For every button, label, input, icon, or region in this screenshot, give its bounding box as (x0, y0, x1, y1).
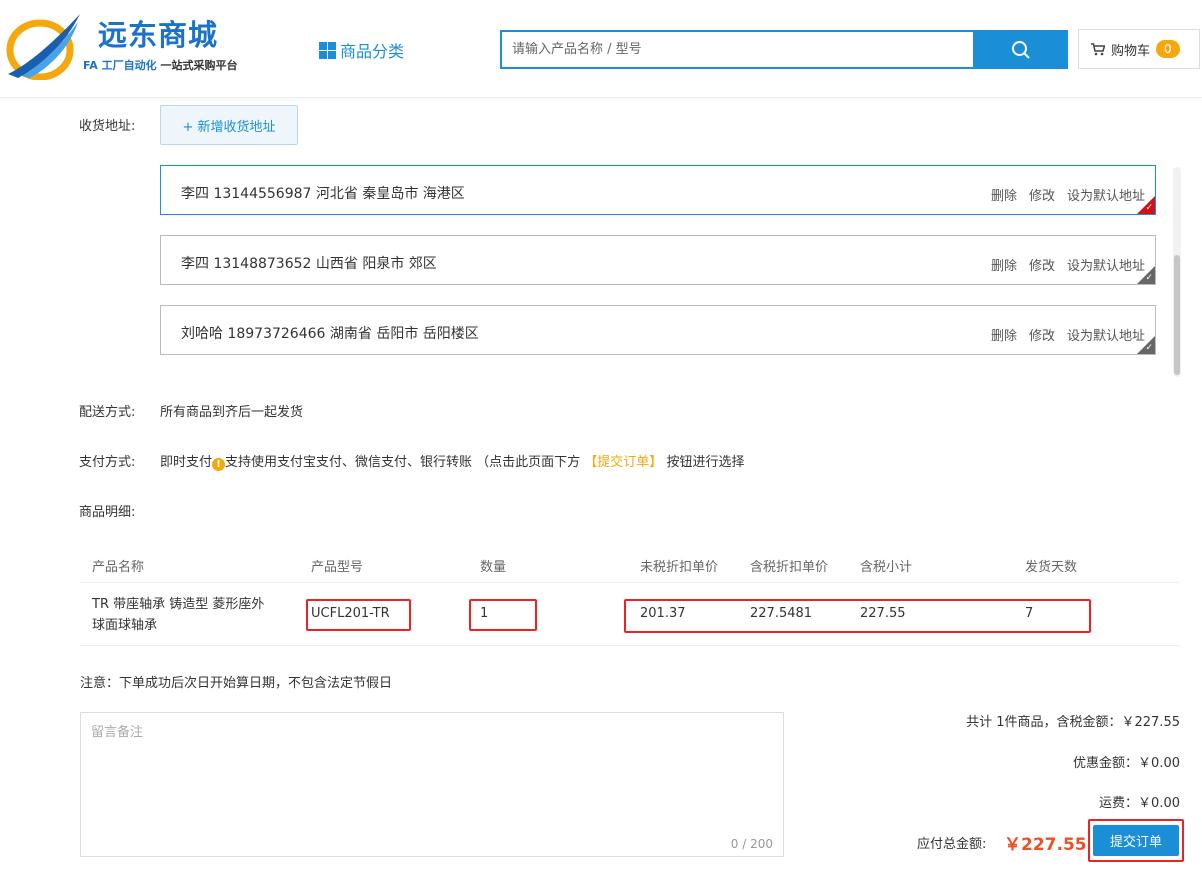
delete-address-link[interactable]: 删除 (991, 329, 1017, 344)
cart-icon (1091, 42, 1105, 55)
delete-address-link[interactable]: 删除 (991, 189, 1017, 204)
info-icon: ! (212, 458, 226, 471)
address-actions: 删除 修改 设为默认地址 (979, 325, 1145, 344)
set-default-address-link[interactable]: 设为默认地址 (1067, 329, 1145, 344)
payment-label: 支付方式: (79, 455, 136, 470)
search-icon (1011, 40, 1030, 59)
cart-count-badge: 0 (1156, 40, 1180, 58)
address-text: 刘哈哈 18973726466 湖南省 岳阳市 岳阳楼区 (181, 326, 479, 342)
payment-submit-hint: 【提交订单】 (584, 455, 663, 470)
check-icon: ✓ (1145, 343, 1153, 353)
product-name: TR 带座轴承 铸造型 菱形座外 球面球轴承 (92, 594, 264, 636)
address-actions: 删除 修改 设为默认地址 (979, 185, 1145, 204)
category-label: 商品分类 (340, 42, 405, 61)
column-header: 产品名称 (92, 560, 145, 575)
search-input[interactable] (502, 32, 974, 67)
total-amount: ￥227.55 (1004, 835, 1087, 855)
quantity-highlight-box (469, 599, 537, 631)
grid-icon (319, 41, 336, 59)
column-header: 含税折扣单价 (750, 560, 829, 575)
column-header: 产品型号 (311, 560, 364, 575)
summary-discount: 优惠金额：￥0.00 (1073, 756, 1180, 771)
remark-box: 0 / 200 (80, 712, 784, 857)
payment-detail-suffix: 按钮进行选择 (666, 455, 745, 470)
address-item[interactable]: 刘哈哈 18973726466 湖南省 岳阳市 岳阳楼区 删除 修改 设为默认地址 … (160, 305, 1156, 355)
column-header: 发货天数 (1025, 560, 1078, 575)
delete-address-link[interactable]: 删除 (991, 259, 1017, 274)
product-name-line: 球面球轴承 (92, 618, 158, 633)
category-menu[interactable]: 商品分类 (319, 38, 404, 62)
price-highlight-box (624, 599, 1091, 633)
check-icon: ✓ (1145, 273, 1153, 283)
address-text: 李四 13144556987 河北省 秦皇岛市 海港区 (181, 186, 465, 202)
edit-address-link[interactable]: 修改 (1029, 189, 1055, 204)
remark-textarea[interactable] (81, 713, 783, 856)
summary-freight: 运费：￥0.00 (1099, 796, 1180, 811)
model-highlight-box (306, 599, 411, 631)
site-header: 远东商城 FA 工厂自动化 一站式采购平台 商品分类 购物车 0 (0, 0, 1202, 98)
payment-detail-prefix: 支持使用支付宝支付、微信支付、银行转账 （点击此页面下方 (225, 455, 581, 470)
address-item[interactable]: 李四 13148873652 山西省 阳泉市 郊区 删除 修改 设为默认地址 ✓ (160, 235, 1156, 285)
address-actions: 删除 修改 设为默认地址 (979, 255, 1145, 274)
shipping-label: 配送方式: (79, 405, 136, 420)
submit-order-button[interactable]: 提交订单 (1093, 825, 1179, 856)
tagline-rest: 一站式采购平台 (160, 59, 238, 72)
search-button[interactable] (973, 30, 1068, 69)
remark-char-count: 0 / 200 (730, 837, 773, 851)
payment-detail: 即时支付! 支持使用支付宝支付、微信支付、银行转账 （点击此页面下方 【提交订单】… (160, 451, 744, 471)
total-label: 应付总金额: (917, 837, 987, 852)
brand-name[interactable]: 远东商城 (98, 12, 218, 54)
add-address-button[interactable]: + 新增收货地址 (160, 105, 298, 145)
brand-tagline: FA 工厂自动化 一站式采购平台 (83, 57, 237, 73)
delivery-notice: 注意：下单成功后次日开始算日期，不包含法定节假日 (80, 676, 393, 691)
cart-button[interactable]: 购物车 0 (1078, 29, 1200, 69)
set-default-address-link[interactable]: 设为默认地址 (1067, 189, 1145, 204)
logo-swoosh-icon[interactable] (4, 12, 82, 80)
set-default-address-link[interactable]: 设为默认地址 (1067, 259, 1145, 274)
summary-items-amount: 共计 1件商品，含税金额：￥227.55 (966, 715, 1180, 730)
search-box (500, 30, 974, 69)
address-label: 收货地址: (79, 119, 136, 134)
tagline-fa: FA 工厂自动化 (83, 59, 157, 72)
column-header: 数量 (480, 560, 507, 575)
edit-address-link[interactable]: 修改 (1029, 329, 1055, 344)
products-label: 商品明细: (79, 505, 136, 520)
product-name-line: TR 带座轴承 铸造型 菱形座外 (92, 597, 265, 612)
column-header: 含税小计 (860, 560, 913, 575)
column-header: 未税折扣单价 (640, 560, 719, 575)
edit-address-link[interactable]: 修改 (1029, 259, 1055, 274)
cart-label: 购物车 (1111, 43, 1151, 59)
address-scrollbar-thumb[interactable] (1174, 255, 1180, 375)
check-icon: ✓ (1145, 203, 1153, 213)
shipping-value: 所有商品到齐后一起发货 (160, 405, 304, 420)
address-item[interactable]: 李四 13144556987 河北省 秦皇岛市 海港区 删除 修改 设为默认地址 ✓ (160, 165, 1156, 215)
products-table-header: 产品名称 产品型号 数量 未税折扣单价 含税折扣单价 含税小计 发货天数 (80, 544, 1180, 583)
address-text: 李四 13148873652 山西省 阳泉市 郊区 (181, 256, 437, 272)
payment-method: 即时支付 (160, 455, 213, 470)
